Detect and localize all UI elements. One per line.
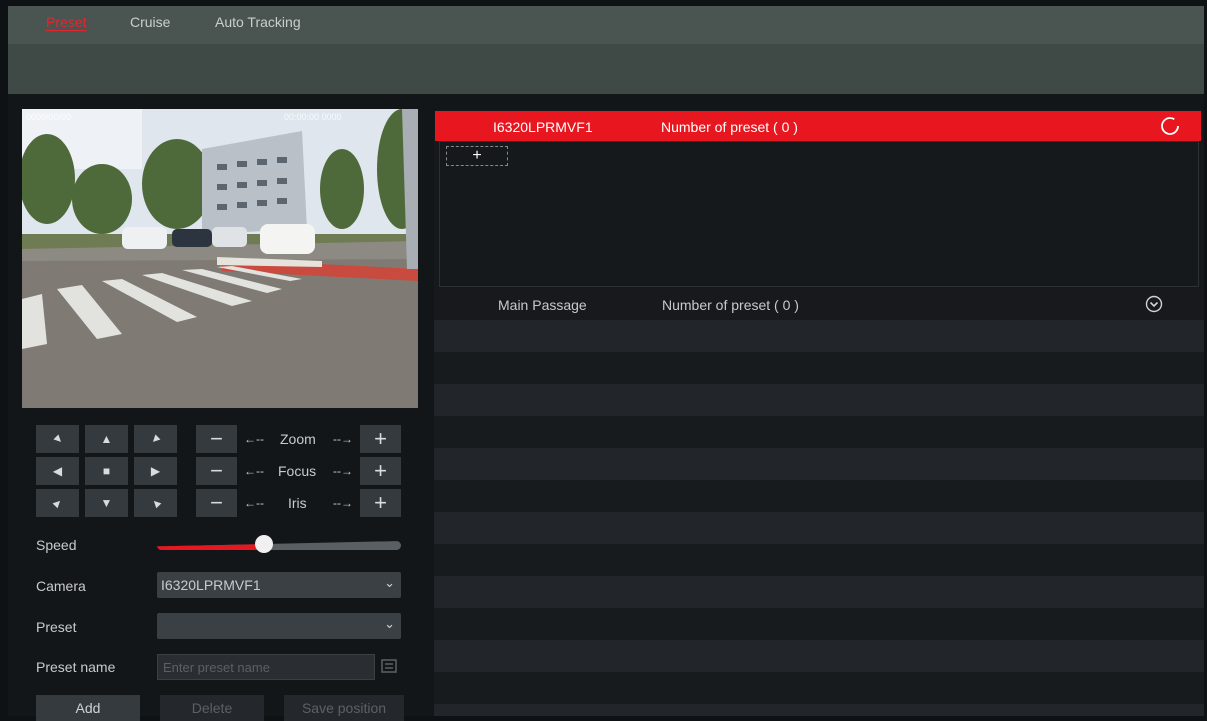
refresh-icon[interactable] [1160,116,1180,136]
list-row [434,512,1204,544]
ptz-up-left-button[interactable]: ▼ [36,425,79,453]
expand-chevron-icon[interactable] [1145,295,1163,313]
list-row [434,672,1204,704]
iris-minus-button[interactable]: − [196,489,237,517]
focus-plus-button[interactable]: + [360,457,401,485]
focus-label: Focus [278,463,317,479]
ptz-down-right-button[interactable]: ▲ [134,489,177,517]
iris-left-arrow: ←-- [244,496,264,510]
zoom-label: Zoom [280,431,316,447]
speed-slider-fill [157,544,265,550]
iris-right-arrow: --→ [333,496,353,510]
camera-label: Camera [36,578,86,594]
preset-group-header-main-passage[interactable]: Main Passage Number of preset ( 0 ) [434,288,1204,320]
group-name: I6320LPRMVF1 [493,119,593,135]
video-overlay-time: 00:00:00 0000 [284,112,342,122]
save-position-button[interactable]: Save position [284,695,404,721]
ptz-stop-button[interactable]: ■ [85,457,128,485]
speed-slider[interactable] [157,535,401,554]
camera-select-value: I6320LPRMVF1 [161,577,261,593]
ptz-down-left-button[interactable]: ▲ [36,489,79,517]
list-row [434,480,1204,512]
list-row [434,416,1204,448]
chevron-down-icon: ⌄ [384,575,395,590]
list-row [434,608,1204,640]
preset-select[interactable]: ⌄ [157,613,401,639]
stop-square-icon: ■ [102,464,111,478]
ptz-up-right-button[interactable]: ▼ [134,425,177,453]
iris-plus-button[interactable]: + [360,489,401,517]
list-row [434,352,1204,384]
group-preset-count: Number of preset ( 0 ) [661,119,798,135]
list-row [434,448,1204,480]
arrow-down-left-icon: ▲ [48,493,67,513]
zoom-left-arrow: ←-- [244,432,264,446]
keyboard-icon[interactable] [381,659,397,673]
focus-right-arrow: --→ [333,464,353,478]
speed-label: Speed [36,537,77,553]
video-overlay-date: 0000/00/00 [26,112,72,122]
group-name: Main Passage [498,297,587,313]
top-tab-bar: Preset Cruise Auto Tracking [8,6,1204,44]
arrow-right-icon: ▶ [150,464,161,478]
add-preset-button[interactable]: Add [36,695,140,721]
list-row [434,320,1204,352]
list-row [434,384,1204,416]
preset-group-content: + [439,141,1199,287]
arrow-down-icon: ▼ [100,496,113,510]
preset-label: Preset [36,619,77,635]
zoom-right-arrow: --→ [333,432,353,446]
list-row [434,704,1204,716]
street-scene-image [22,109,418,408]
preset-name-label: Preset name [36,659,116,675]
zoom-in-button[interactable]: + [360,425,401,453]
arrow-down-right-icon: ▲ [146,493,165,513]
sub-toolbar [8,44,1204,94]
arrow-left-icon: ◀ [52,464,63,478]
delete-preset-button[interactable]: Delete [160,695,264,721]
arrow-up-icon: ▲ [100,432,113,446]
list-row [434,576,1204,608]
chevron-down-icon: ⌄ [384,616,395,631]
group-preset-count: Number of preset ( 0 ) [662,297,799,313]
ptz-up-button[interactable]: ▲ [85,425,128,453]
arrow-up-left-icon: ▼ [48,429,67,449]
ptz-down-button[interactable]: ▼ [85,489,128,517]
focus-left-arrow: ←-- [244,464,264,478]
list-row [434,544,1204,576]
ptz-right-button[interactable]: ▶ [134,457,177,485]
iris-label: Iris [288,495,307,511]
preset-group-header-i6320lprmvf1[interactable]: I6320LPRMVF1 Number of preset ( 0 ) [435,111,1201,141]
camera-select[interactable]: I6320LPRMVF1 ⌄ [157,572,401,598]
tab-auto-tracking[interactable]: Auto Tracking [215,14,301,30]
ptz-left-button[interactable]: ◀ [36,457,79,485]
focus-minus-button[interactable]: − [196,457,237,485]
arrow-up-right-icon: ▼ [146,429,165,449]
camera-live-view: 0000/00/00 00:00:00 0000 [22,109,418,408]
speed-slider-handle[interactable] [255,535,274,553]
zoom-out-button[interactable]: − [196,425,237,453]
tab-preset[interactable]: Preset [46,14,86,30]
preset-name-input[interactable]: Enter preset name [157,654,375,680]
tab-cruise[interactable]: Cruise [130,14,170,30]
add-preset-tile[interactable]: + [446,146,508,166]
list-row [434,640,1204,672]
